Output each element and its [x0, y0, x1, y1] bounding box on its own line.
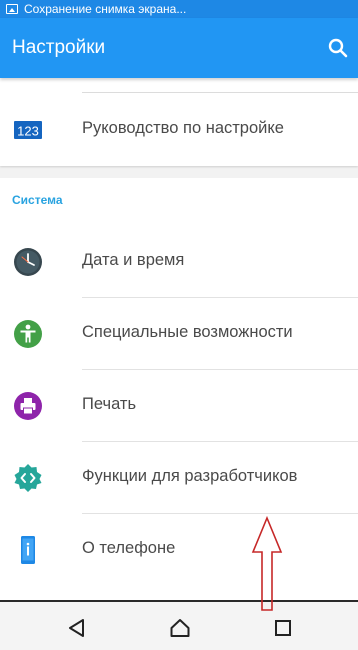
setup-guide-icon: 123 [13, 115, 43, 145]
annotation-arrow-icon [251, 516, 283, 611]
settings-screen: Сохранение снимка экрана... Настройки 12… [0, 0, 358, 650]
settings-section-system: Система Дата и время Специальные возможн… [0, 178, 358, 600]
list-item-label: Руководство по настройке [82, 119, 284, 137]
page-title: Настройки [12, 37, 106, 58]
divider [82, 92, 358, 93]
search-icon[interactable] [326, 36, 350, 60]
list-item-accessibility[interactable]: Специальные возможности [0, 298, 358, 370]
settings-list-top: 123 Руководство по настройке [0, 78, 358, 166]
developer-options-icon [13, 463, 43, 493]
list-item-label: Дата и время [82, 251, 185, 269]
list-item-setup-guide[interactable]: 123 Руководство по настройке [0, 94, 358, 166]
home-icon[interactable] [169, 617, 191, 639]
list-item-label: Специальные возможности [82, 323, 293, 341]
screenshot-notification-icon [6, 4, 18, 14]
recents-icon[interactable] [272, 617, 294, 639]
list-item-developer-options[interactable]: Функции для разработчиков [0, 442, 358, 514]
back-icon[interactable] [66, 617, 88, 639]
list-item-label: Печать [82, 395, 137, 413]
accessibility-icon [13, 319, 43, 349]
list-item-about-phone[interactable]: О телефоне [0, 514, 358, 586]
list-item-label: О телефоне [82, 539, 176, 557]
navigation-bar [0, 600, 358, 650]
phone-info-icon [13, 535, 43, 565]
status-notification-text: Сохранение снимка экрана... [24, 2, 187, 16]
app-bar: Настройки [0, 18, 358, 78]
section-header-system: Система [12, 193, 63, 207]
setup-guide-icon-text: 123 [17, 124, 39, 139]
list-item-printing[interactable]: Печать [0, 370, 358, 442]
list-item-date-time[interactable]: Дата и время [0, 226, 358, 298]
printer-icon [13, 391, 43, 421]
list-item-label: Функции для разработчиков [82, 467, 298, 485]
status-bar: Сохранение снимка экрана... [0, 0, 358, 18]
clock-icon [13, 247, 43, 277]
